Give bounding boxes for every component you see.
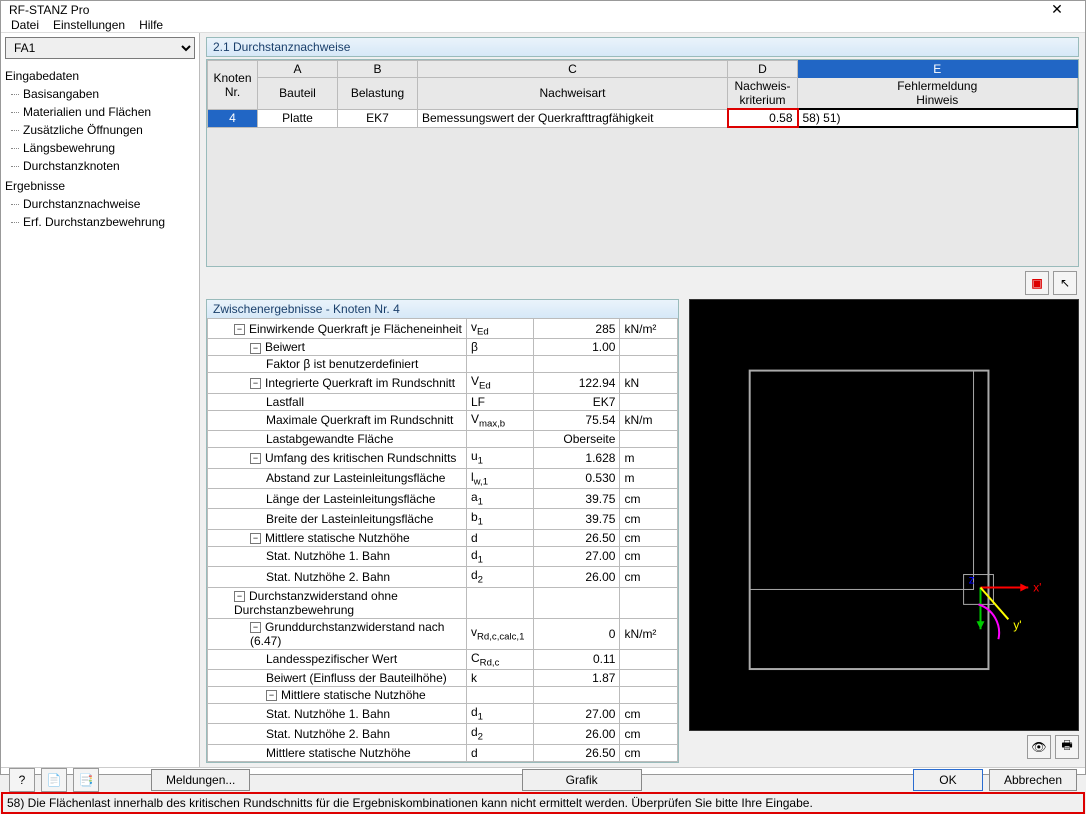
sidebar: FA1 Eingabedaten BasisangabenMaterialien… — [1, 33, 200, 767]
col-C[interactable]: C — [418, 61, 728, 78]
detail-row[interactable]: Stat. Nutzhöhe 1. Bahnd127.00cm — [208, 703, 678, 723]
cell-belastung: EK7 — [338, 109, 418, 127]
detail-row[interactable]: Abstand zur Lasteinleitungsflächelw,10.5… — [208, 468, 678, 488]
cell-fehler[interactable]: 58) 51) — [798, 109, 1078, 127]
col-A[interactable]: A — [258, 61, 338, 78]
detail-row[interactable]: Faktor β ist benutzerdefiniert — [208, 356, 678, 373]
detail-row[interactable]: Maximale Querkraft im RundschnittVmax,b7… — [208, 410, 678, 430]
svg-text:z: z — [969, 572, 975, 586]
help-button[interactable]: ? — [9, 768, 35, 792]
detail-row[interactable]: Mittlere statische Nutzhöhed26.50cm — [208, 744, 678, 761]
detail-grid[interactable]: −Einwirkende Querkraft je Flächeneinheit… — [207, 318, 678, 762]
detail-row[interactable]: −Grunddurchstanzwiderstand nach (6.47)vR… — [208, 618, 678, 649]
detail-row[interactable]: −Einwirkende Querkraft je Flächeneinheit… — [208, 319, 678, 339]
loadcase-select[interactable]: FA1 — [5, 37, 195, 59]
bottom-bar: ? 📄 📑 Meldungen... Grafik OK Abbrechen — [1, 767, 1085, 792]
tree-item-input-2[interactable]: Zusätzliche Öffnungen — [9, 121, 195, 139]
tree-item-input-1[interactable]: Materialien und Flächen — [9, 103, 195, 121]
detail-row[interactable]: −Mittlere statische Nutzhöhed26.50cm — [208, 529, 678, 546]
col-E[interactable]: E — [798, 61, 1078, 78]
menubar: Datei Einstellungen Hilfe — [1, 18, 1085, 33]
col-bauteil[interactable]: Bauteil — [258, 78, 338, 110]
col-belastung[interactable]: Belastung — [338, 78, 418, 110]
cancel-button[interactable]: Abbrechen — [989, 769, 1077, 791]
col-B[interactable]: B — [338, 61, 418, 78]
table-row[interactable]: 4 Platte EK7 Bemessungswert der Querkraf… — [208, 109, 1078, 127]
cell-kriterium: 0.58 — [728, 109, 798, 127]
export2-button[interactable]: 📑 — [73, 768, 99, 792]
detail-row[interactable]: −Integrierte Querkraft im RundschnittVEd… — [208, 373, 678, 393]
tree-cat-results[interactable]: Ergebnisse — [5, 177, 195, 195]
tree-cat-input[interactable]: Eingabedaten — [5, 67, 195, 85]
detail-row[interactable]: −Umfang des kritischen Rundschnittsu11.6… — [208, 448, 678, 468]
tree-item-input-4[interactable]: Durchstanzknoten — [9, 157, 195, 175]
grafik-button[interactable]: Grafik — [522, 769, 642, 791]
pick-button[interactable]: ↖ — [1053, 271, 1077, 295]
detail-row[interactable]: LastfallLFEK7 — [208, 393, 678, 410]
detail-row[interactable]: −Durchstanzwiderstand ohne Durchstanzbew… — [208, 587, 678, 618]
detail-row[interactable]: Lastabgewandte FlächeOberseite — [208, 431, 678, 448]
detail-row[interactable]: Stat. Nutzhöhe 1. Bahnd127.00cm — [208, 546, 678, 566]
tree-item-result-0[interactable]: Durchstanznachweise — [9, 195, 195, 213]
error-filter-button[interactable]: ▣ — [1025, 271, 1049, 295]
col-fehler[interactable]: FehlermeldungHinweis — [798, 78, 1078, 110]
tree-item-input-0[interactable]: Basisangaben — [9, 85, 195, 103]
detail-row[interactable]: Breite der Lasteinleitungsflächeb139.75c… — [208, 509, 678, 529]
detail-row[interactable]: Länge der Lasteinleitungsflächea139.75cm — [208, 488, 678, 508]
detail-title: Zwischenergebnisse - Knoten Nr. 4 — [207, 300, 678, 318]
detail-panel: Zwischenergebnisse - Knoten Nr. 4 −Einwi… — [206, 299, 679, 763]
detail-row[interactable]: −Beiwertβ1.00 — [208, 339, 678, 356]
detail-row[interactable]: Stat. Nutzhöhe 2. Bahnd226.00cm — [208, 724, 678, 744]
col-knoten[interactable]: Knoten Nr. — [208, 61, 258, 110]
section-title: 2.1 Durchstanznachweise — [206, 37, 1079, 57]
detail-row[interactable]: Landesspezifischer WertCRd,c0.11 — [208, 649, 678, 669]
graphics-view[interactable]: x' y' z — [689, 299, 1079, 731]
view-toggle-button[interactable]: 👁 — [1027, 735, 1051, 759]
cell-bauteil: Platte — [258, 109, 338, 127]
menu-settings[interactable]: Einstellungen — [53, 18, 125, 32]
svg-text:x': x' — [1033, 580, 1041, 594]
nav-tree: Eingabedaten BasisangabenMaterialien und… — [1, 63, 199, 767]
close-icon[interactable]: ✕ — [1037, 1, 1077, 18]
cell-knoten[interactable]: 4 — [208, 109, 258, 127]
detail-row[interactable]: Beiwert (Einfluss der Bauteilhöhe)k1.87 — [208, 669, 678, 686]
detail-row[interactable]: Stat. Nutzhöhe 2. Bahnd226.00cm — [208, 567, 678, 587]
tree-item-result-1[interactable]: Erf. Durchstanzbewehrung — [9, 213, 195, 231]
svg-text:y': y' — [1013, 618, 1021, 632]
col-kriterium[interactable]: Nachweis- kriterium — [728, 78, 798, 110]
print-view-button[interactable]: 🖶 — [1055, 735, 1079, 759]
main-panel: 2.1 Durchstanznachweise Knoten Nr. A B C… — [200, 33, 1085, 767]
tree-item-input-3[interactable]: Längsbewehrung — [9, 139, 195, 157]
detail-row[interactable]: −Mittlere statische Nutzhöhe — [208, 686, 678, 703]
status-message: 58) Die Flächenlast innerhalb des kritis… — [1, 792, 1085, 814]
menu-file[interactable]: Datei — [11, 18, 39, 32]
messages-button[interactable]: Meldungen... — [151, 769, 250, 791]
cell-nachweis: Bemessungswert der Querkrafttragfähigkei… — [418, 109, 728, 127]
col-D[interactable]: D — [728, 61, 798, 78]
results-grid[interactable]: Knoten Nr. A B C D E Bauteil Belastung N… — [206, 59, 1079, 267]
ok-button[interactable]: OK — [913, 769, 983, 791]
app-window: RF-STANZ Pro ✕ Datei Einstellungen Hilfe… — [0, 0, 1086, 775]
export-button[interactable]: 📄 — [41, 768, 67, 792]
col-nachweisart[interactable]: Nachweisart — [418, 78, 728, 110]
menu-help[interactable]: Hilfe — [139, 18, 163, 32]
window-title: RF-STANZ Pro — [9, 3, 1037, 17]
titlebar: RF-STANZ Pro ✕ — [1, 1, 1085, 18]
